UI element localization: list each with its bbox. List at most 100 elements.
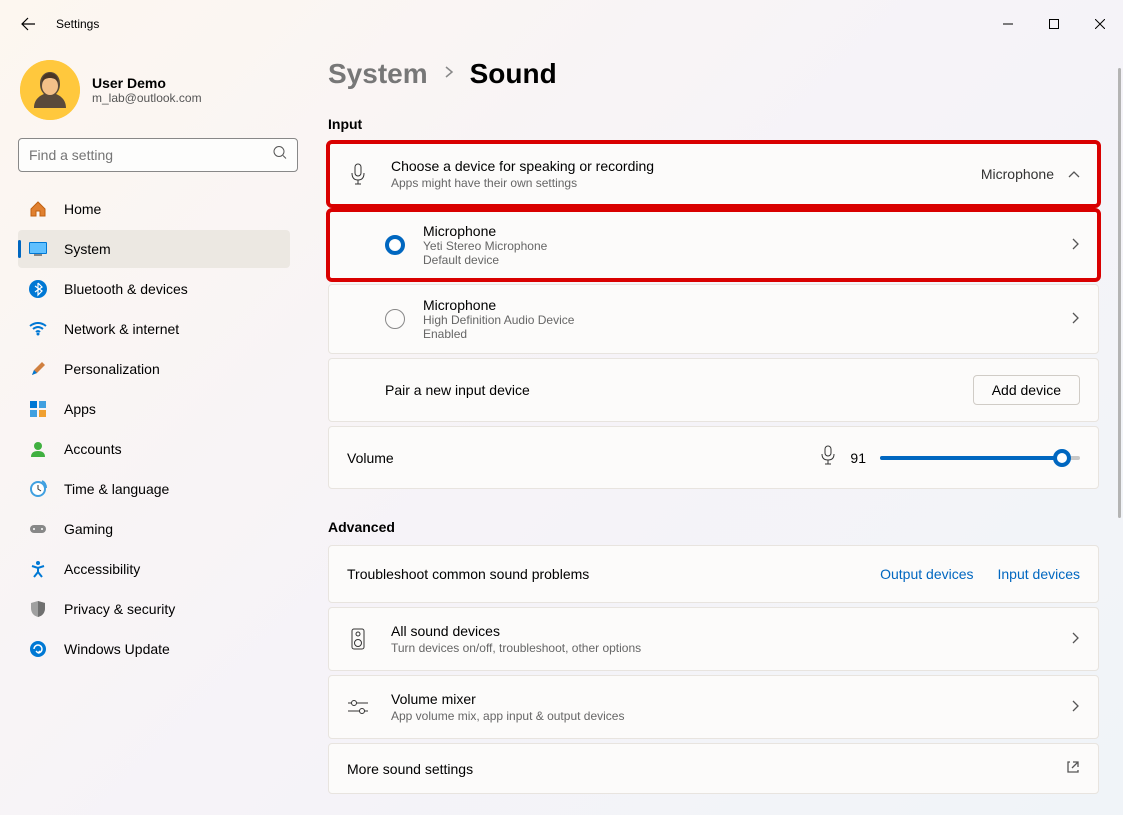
- device-sub2: Enabled: [423, 327, 574, 341]
- nav-label: Windows Update: [64, 641, 170, 657]
- pair-label: Pair a new input device: [385, 382, 530, 398]
- chevron-right-icon: [1072, 631, 1080, 647]
- chevron-up-icon: [1068, 166, 1080, 182]
- scrollbar[interactable]: [1118, 68, 1121, 798]
- nav-home[interactable]: Home: [18, 190, 290, 228]
- input-header-value: Microphone: [981, 166, 1054, 182]
- search-icon: [273, 146, 287, 165]
- nav-network[interactable]: Network & internet: [18, 310, 290, 348]
- section-input-heading: Input: [328, 116, 1099, 132]
- chevron-right-icon: [1072, 699, 1080, 715]
- update-icon: [28, 639, 48, 659]
- nav-label: Network & internet: [64, 321, 179, 337]
- volume-slider[interactable]: [880, 456, 1080, 460]
- brush-icon: [28, 359, 48, 379]
- nav-label: Personalization: [64, 361, 160, 377]
- input-device-header-card[interactable]: Choose a device for speaking or recordin…: [328, 142, 1099, 206]
- breadcrumb: System Sound: [328, 58, 1099, 90]
- mixer-icon: [347, 699, 369, 715]
- microphone-icon: [347, 163, 369, 185]
- nav-accessibility[interactable]: Accessibility: [18, 550, 290, 588]
- input-header-title: Choose a device for speaking or recordin…: [391, 158, 654, 174]
- wifi-icon: [28, 319, 48, 339]
- device-sub2: Default device: [423, 253, 547, 267]
- radio-unselected[interactable]: [385, 309, 405, 329]
- add-device-button[interactable]: Add device: [973, 375, 1080, 405]
- nav-label: Apps: [64, 401, 96, 417]
- apps-icon: [28, 399, 48, 419]
- input-header-sub: Apps might have their own settings: [391, 176, 654, 190]
- nav-label: Accounts: [64, 441, 122, 457]
- more-settings-title: More sound settings: [347, 761, 473, 777]
- search-input[interactable]: [19, 139, 297, 171]
- chevron-right-icon: [1072, 311, 1080, 327]
- minimize-button[interactable]: [985, 8, 1031, 40]
- scrollbar-thumb[interactable]: [1118, 68, 1121, 518]
- nav-label: Accessibility: [64, 561, 140, 577]
- gamepad-icon: [28, 519, 48, 539]
- speaker-icon: [347, 628, 369, 650]
- maximize-button[interactable]: [1031, 8, 1077, 40]
- chevron-right-icon: [1072, 237, 1080, 253]
- device-sub1: High Definition Audio Device: [423, 313, 574, 327]
- nav-label: System: [64, 241, 111, 257]
- output-devices-link[interactable]: Output devices: [880, 566, 973, 582]
- nav-label: Home: [64, 201, 101, 217]
- external-link-icon: [1066, 760, 1080, 777]
- shield-icon: [28, 599, 48, 619]
- nav-label: Time & language: [64, 481, 169, 497]
- device-name: Microphone: [423, 223, 547, 239]
- nav-system[interactable]: System: [18, 230, 290, 268]
- section-advanced-heading: Advanced: [328, 519, 1099, 535]
- microphone-small-icon[interactable]: [820, 445, 836, 470]
- nav-label: Privacy & security: [64, 601, 175, 617]
- nav-update[interactable]: Windows Update: [18, 630, 290, 668]
- input-device-option-2[interactable]: Microphone High Definition Audio Device …: [328, 284, 1099, 354]
- close-button[interactable]: [1077, 8, 1123, 40]
- nav-gaming[interactable]: Gaming: [18, 510, 290, 548]
- more-sound-settings-row[interactable]: More sound settings: [328, 743, 1099, 794]
- person-icon: [28, 439, 48, 459]
- search-box[interactable]: [18, 138, 298, 172]
- system-icon: [28, 239, 48, 259]
- nav-time[interactable]: Time & language: [18, 470, 290, 508]
- volume-mixer-row[interactable]: Volume mixer App volume mix, app input &…: [328, 675, 1099, 739]
- profile-name: User Demo: [92, 75, 202, 91]
- profile-block[interactable]: User Demo m_lab@outlook.com: [20, 60, 290, 120]
- volume-row: Volume 91: [328, 426, 1099, 489]
- radio-selected[interactable]: [385, 235, 405, 255]
- all-sound-devices-row[interactable]: All sound devices Turn devices on/off, t…: [328, 607, 1099, 671]
- nav-apps[interactable]: Apps: [18, 390, 290, 428]
- pair-device-row: Pair a new input device Add device: [328, 358, 1099, 422]
- page-title: Sound: [470, 58, 557, 90]
- mixer-sub: App volume mix, app input & output devic…: [391, 709, 624, 723]
- accessibility-icon: [28, 559, 48, 579]
- troubleshoot-label: Troubleshoot common sound problems: [347, 566, 589, 582]
- nav-label: Gaming: [64, 521, 113, 537]
- home-icon: [28, 199, 48, 219]
- volume-value: 91: [850, 450, 866, 466]
- avatar: [20, 60, 80, 120]
- input-devices-link[interactable]: Input devices: [998, 566, 1081, 582]
- device-name: Microphone: [423, 297, 574, 313]
- clock-icon: [28, 479, 48, 499]
- bluetooth-icon: [28, 279, 48, 299]
- nav-bluetooth[interactable]: Bluetooth & devices: [18, 270, 290, 308]
- arrow-left-icon: [20, 16, 36, 32]
- all-devices-sub: Turn devices on/off, troubleshoot, other…: [391, 641, 641, 655]
- back-button[interactable]: [8, 4, 48, 44]
- troubleshoot-row: Troubleshoot common sound problems Outpu…: [328, 545, 1099, 603]
- device-sub1: Yeti Stereo Microphone: [423, 239, 547, 253]
- input-device-option-1[interactable]: Microphone Yeti Stereo Microphone Defaul…: [328, 210, 1099, 280]
- chevron-right-icon: [444, 65, 454, 84]
- volume-label: Volume: [347, 450, 394, 466]
- nav-personalization[interactable]: Personalization: [18, 350, 290, 388]
- nav-label: Bluetooth & devices: [64, 281, 188, 297]
- nav-accounts[interactable]: Accounts: [18, 430, 290, 468]
- mixer-title: Volume mixer: [391, 691, 624, 707]
- nav-privacy[interactable]: Privacy & security: [18, 590, 290, 628]
- window-title: Settings: [56, 17, 99, 31]
- breadcrumb-parent[interactable]: System: [328, 58, 428, 90]
- all-devices-title: All sound devices: [391, 623, 641, 639]
- profile-email: m_lab@outlook.com: [92, 91, 202, 105]
